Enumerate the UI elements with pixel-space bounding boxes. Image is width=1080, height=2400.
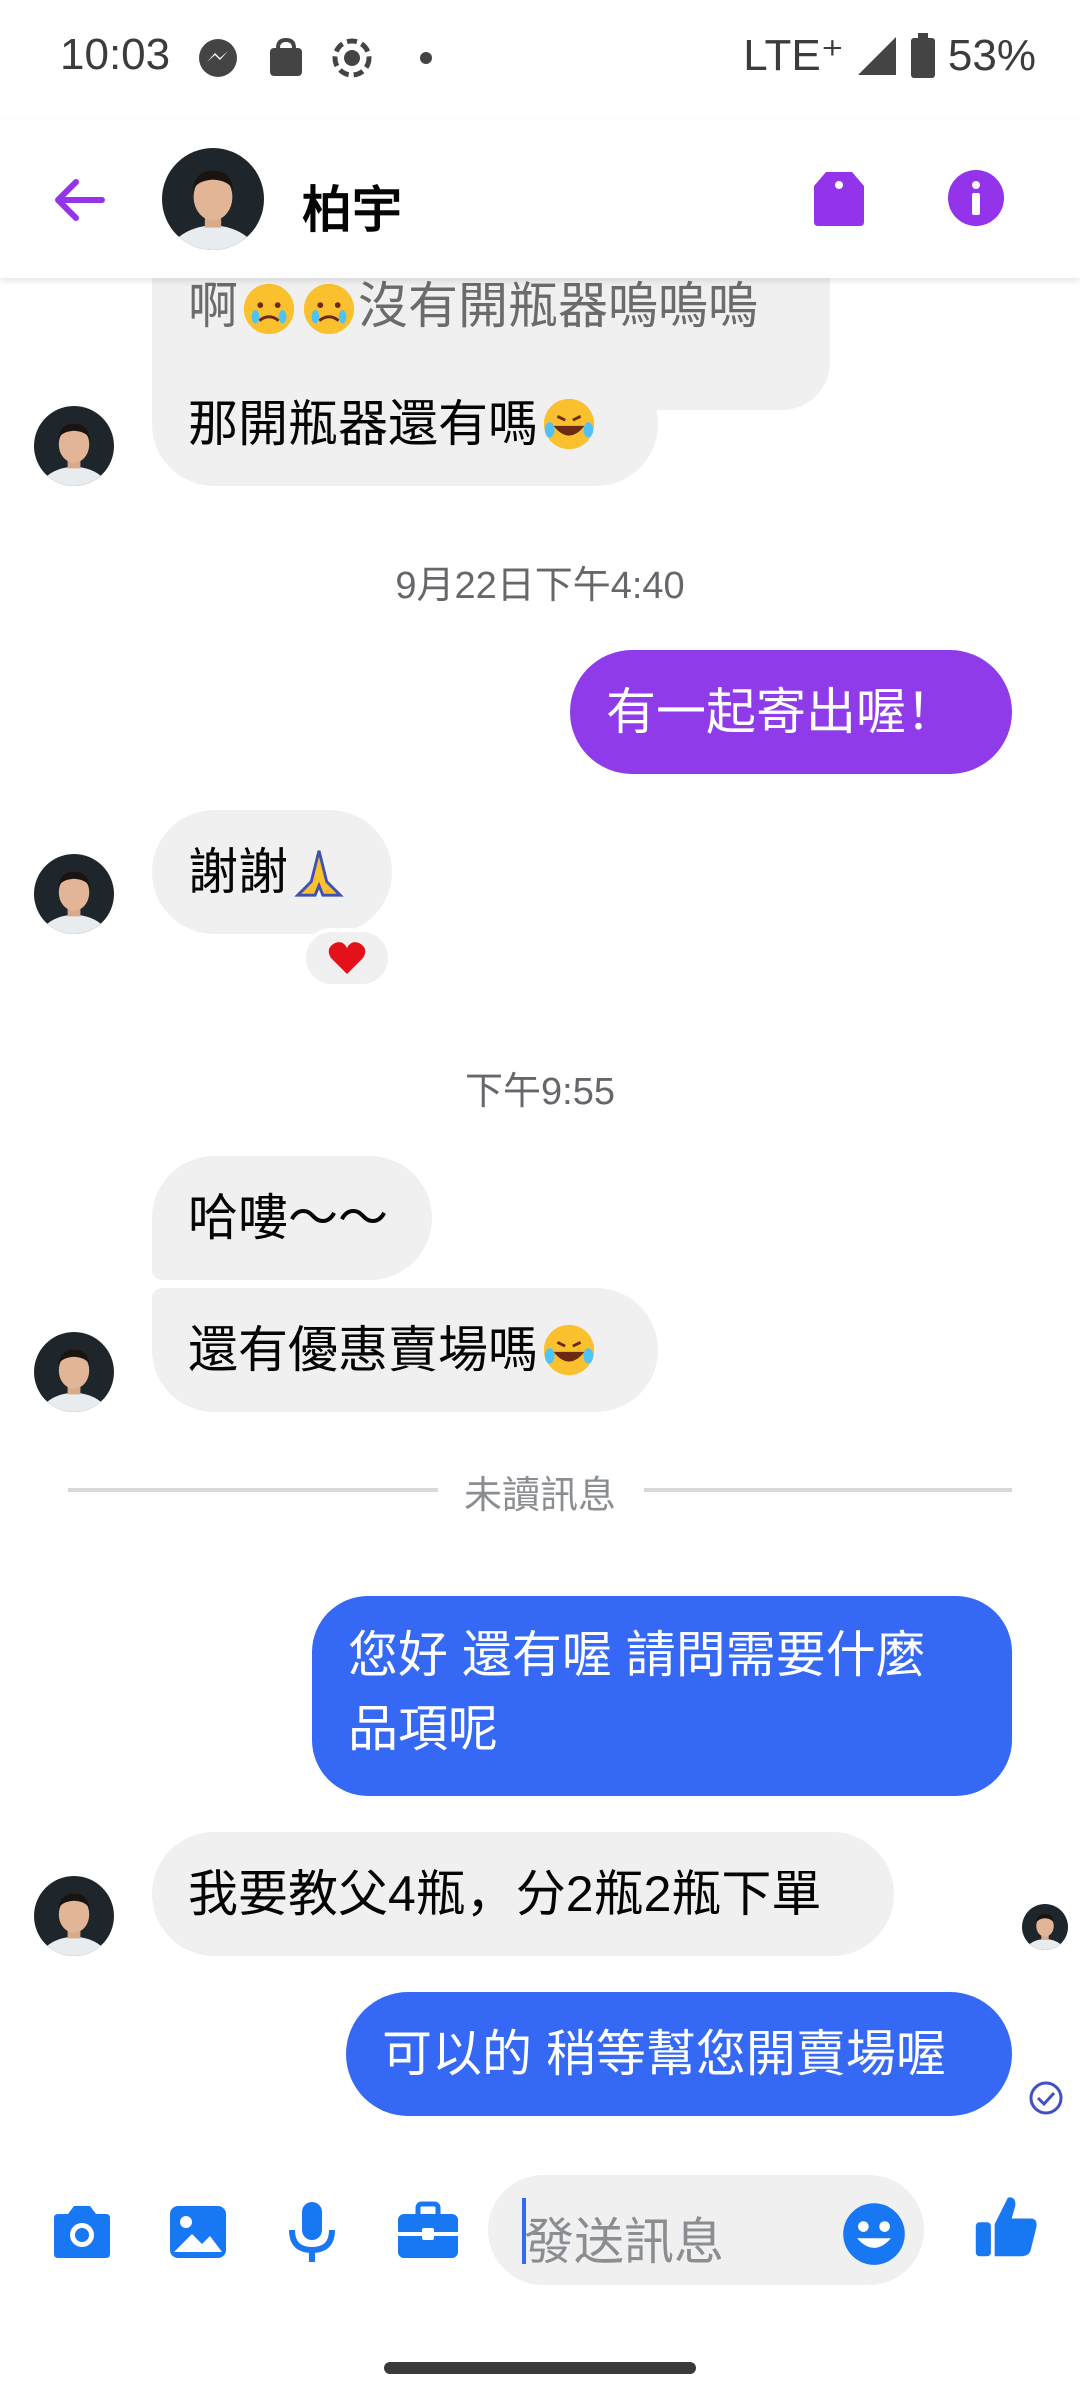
unread-divider: 未讀訊息 (0, 1464, 1080, 1517)
status-time: 10:03 (60, 30, 171, 79)
heart-icon (328, 942, 366, 974)
status-bar: 10:03 LTE⁺ 53% (0, 0, 1080, 120)
reaction-badge[interactable] (302, 928, 392, 988)
sad-face-icon (300, 280, 358, 338)
message-incoming[interactable]: 哈嘍～～ (152, 1156, 432, 1280)
messenger-notification-icon (199, 39, 237, 77)
avatar[interactable] (34, 1876, 114, 1956)
message-incoming[interactable]: 那開瓶器還有嗎 (152, 362, 658, 486)
timestamp: 9月22日下午4:40 (395, 565, 685, 607)
status-right: LTE⁺ 53% (743, 30, 1036, 81)
message-outgoing[interactable]: 有一起寄出喔！ (570, 650, 1012, 774)
network-type: LTE⁺ (743, 31, 844, 80)
message-incoming[interactable]: 謝謝 (152, 810, 392, 934)
microphone-icon[interactable] (278, 2198, 346, 2266)
briefcase-icon[interactable] (394, 2198, 462, 2266)
laughing-icon (540, 395, 598, 453)
battery-icon (910, 32, 935, 78)
read-receipt-icon (1029, 2081, 1063, 2115)
thumbs-up-icon[interactable] (972, 2192, 1040, 2260)
message-list[interactable]: 啊 沒有開瓶器嗚嗚嗚 那開瓶器還有嗎 9月22日下午4:40 有一起寄出喔！ 謝… (0, 278, 1080, 2148)
contact-name[interactable]: 柏宇 (302, 170, 402, 242)
signal-icon (857, 36, 896, 75)
screen-record-icon (332, 38, 372, 78)
avatar[interactable] (34, 406, 114, 486)
camera-icon[interactable] (48, 2198, 116, 2266)
folded-hands-icon (294, 850, 344, 897)
contact-avatar[interactable] (162, 148, 264, 250)
message-input-placeholder: 發送訊息 (524, 2214, 724, 2270)
back-arrow-icon[interactable] (48, 170, 108, 230)
conversation-header: 柏宇 (0, 120, 1080, 278)
message-outgoing[interactable]: 可以的 稍等幫您開賣場喔 (346, 1992, 1012, 2116)
laughing-icon (540, 1321, 598, 1379)
avatar[interactable] (34, 854, 114, 934)
sad-face-icon (240, 280, 298, 338)
avatar[interactable] (34, 1332, 114, 1412)
tag-icon[interactable] (808, 168, 870, 230)
timestamp: 下午9:55 (465, 1071, 615, 1113)
shopping-bag-notification-icon (270, 37, 302, 76)
info-icon[interactable] (946, 168, 1006, 228)
message-outgoing[interactable]: 您好 還有喔 請問需要什麼 品項呢 (312, 1596, 1012, 1796)
battery-percent: 53% (947, 30, 1036, 80)
message-incoming[interactable]: 我要教父4瓶，分2瓶2瓶下單 (152, 1832, 894, 1956)
home-indicator[interactable] (384, 2362, 696, 2374)
message-incoming[interactable]: 還有優惠賣場嗎 (152, 1288, 658, 1412)
more-notifications-dot-icon (420, 52, 432, 64)
smiley-icon[interactable] (840, 2200, 908, 2268)
photo-icon[interactable] (164, 2198, 232, 2266)
seen-avatar (1022, 1904, 1068, 1950)
divider-line-right (644, 1488, 1012, 1492)
